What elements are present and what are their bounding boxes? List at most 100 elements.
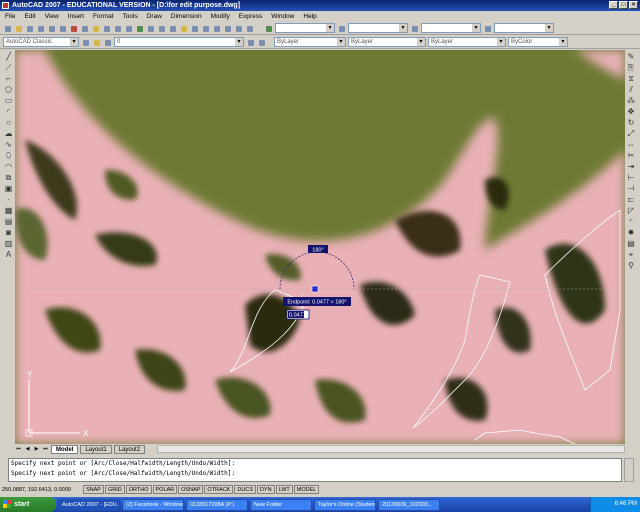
markup-icon[interactable] (223, 24, 232, 33)
region-icon[interactable]: ◙ (4, 228, 13, 237)
drawing-area[interactable]: 180° Endpoint: 0.0477 < 180° 0.0477 Y X (15, 50, 625, 444)
ellipse-icon[interactable]: ⬯ (4, 151, 13, 160)
revision-cloud-icon[interactable]: ☁ (4, 129, 13, 138)
spline-icon[interactable]: ∿ (4, 140, 13, 149)
tab-prev-icon[interactable]: ◀ (24, 445, 31, 453)
otrack-toggle[interactable]: OTRACK (204, 485, 234, 494)
horizontal-scrollbar[interactable] (157, 445, 625, 453)
menu-modify[interactable]: Modify (210, 13, 231, 20)
object-snap-icon[interactable]: ⌖ (627, 250, 636, 259)
maximize-button[interactable]: □ (619, 1, 628, 9)
grid-toggle[interactable]: GRID (104, 485, 125, 494)
menu-dimension[interactable]: Dimension (170, 13, 203, 20)
menu-draw[interactable]: Draw (146, 13, 163, 20)
extend-icon[interactable]: ⇥ (627, 162, 636, 171)
gradient-icon[interactable]: ▤ (4, 217, 13, 226)
menu-express[interactable]: Express (238, 13, 263, 20)
menu-file[interactable]: File (4, 13, 16, 20)
model-toggle[interactable]: MODEL (293, 485, 320, 494)
construction-line-icon[interactable]: ⟋ (4, 63, 13, 72)
lineweight-combo[interactable]: ByLayer (428, 37, 506, 47)
tab-layout1[interactable]: Layout1 (80, 444, 112, 454)
rotate-icon[interactable]: ↻ (627, 118, 636, 127)
break-at-point-icon[interactable]: ⊢ (627, 173, 636, 182)
command-scrollbar[interactable] (624, 458, 634, 482)
make-block-icon[interactable]: ▣ (4, 184, 13, 193)
scale-icon[interactable]: ⤢ (627, 129, 636, 138)
match-properties-icon[interactable] (102, 24, 111, 33)
open-icon[interactable] (14, 24, 23, 33)
preview-icon[interactable] (47, 24, 56, 33)
layer-previous-icon[interactable] (257, 38, 266, 47)
menu-window[interactable]: Window (270, 13, 295, 20)
style-icon[interactable] (264, 24, 273, 33)
fillet-icon[interactable]: ◜ (627, 217, 636, 226)
offset-icon[interactable]: ⫽ (627, 85, 636, 94)
calculator-icon[interactable] (234, 24, 243, 33)
copy-object-icon[interactable]: ⎘ (627, 63, 636, 72)
menu-tools[interactable]: Tools (122, 13, 139, 20)
plotstyle-combo[interactable]: ByColor (508, 37, 568, 47)
close-button[interactable]: × (629, 1, 638, 9)
system-clock[interactable]: 6:46 PM (590, 497, 640, 512)
chamfer-icon[interactable]: ◸ (627, 206, 636, 215)
linetype-combo[interactable]: ByLayer (348, 37, 426, 47)
task-taylors-online[interactable]: Taylor's Online (Student)... (314, 498, 376, 511)
multiline-text-icon[interactable]: A (4, 250, 13, 259)
plot-icon[interactable] (36, 24, 45, 33)
paste-icon[interactable] (91, 24, 100, 33)
polar-toggle[interactable]: POLAR (152, 485, 178, 494)
redo-icon[interactable] (124, 24, 133, 33)
menu-edit[interactable]: Edit (23, 13, 36, 20)
cut-icon[interactable] (69, 24, 78, 33)
command-window[interactable]: Specify next point or [Arc/Close/Halfwid… (8, 458, 622, 482)
tab-last-icon[interactable]: ⏭ (42, 445, 49, 453)
tab-first-icon[interactable]: ⏮ (15, 445, 22, 453)
new-icon[interactable] (3, 24, 12, 33)
layer-state-icon[interactable] (103, 38, 112, 47)
text-style-combo[interactable] (275, 23, 335, 33)
task-facebook[interactable]: (2) Facebook - Windows... (122, 498, 184, 511)
dynamic-input-box[interactable]: 0.0477 (286, 309, 310, 320)
tab-layout2[interactable]: Layout2 (113, 444, 146, 454)
make-layer-current-icon[interactable] (246, 38, 255, 47)
minimize-button[interactable]: _ (609, 1, 618, 9)
coordinate-display[interactable]: 250.0887, 192.6413, 0.0000 (2, 487, 82, 493)
arc-icon[interactable]: ◜ (4, 107, 13, 116)
workspace-settings-icon[interactable] (81, 38, 90, 47)
copy-icon[interactable] (80, 24, 89, 33)
layer-combo[interactable]: 0 (114, 37, 244, 47)
polyline-icon[interactable]: ⌐ (4, 74, 13, 83)
menu-insert[interactable]: Insert (67, 13, 85, 20)
draw-order-icon[interactable]: ▤ (627, 239, 636, 248)
task-image[interactable]: 20130609_102003... (378, 498, 440, 511)
task-new-folder[interactable]: New Folder (250, 498, 312, 511)
menu-format[interactable]: Format (92, 13, 115, 20)
rectangle-icon[interactable]: ▭ (4, 96, 13, 105)
menu-view[interactable]: View (44, 13, 60, 20)
workspace-combo[interactable]: AutoCAD Classic (3, 37, 79, 47)
mirror-icon[interactable]: ⧖ (627, 74, 636, 83)
circle-icon[interactable]: ○ (4, 118, 13, 127)
properties-icon[interactable] (179, 24, 188, 33)
osnap-toggle[interactable]: OSNAP (178, 485, 204, 494)
dim-style-icon[interactable] (337, 24, 346, 33)
break-icon[interactable]: ⊣ (627, 184, 636, 193)
ellipse-arc-icon[interactable]: ◠ (4, 162, 13, 171)
tool-palettes-icon[interactable] (201, 24, 210, 33)
drawing-canvas[interactable]: 180° Endpoint: 0.0477 < 180° 0.0477 Y X (15, 50, 625, 444)
pan-icon[interactable] (135, 24, 144, 33)
zoom-icon[interactable]: ⚲ (627, 261, 636, 270)
zoom-realtime-icon[interactable] (146, 24, 155, 33)
menu-help[interactable]: Help (302, 13, 317, 20)
array-icon[interactable]: ⁂ (627, 96, 636, 105)
hatch-icon[interactable]: ▦ (4, 206, 13, 215)
help-icon[interactable] (245, 24, 254, 33)
explode-icon[interactable]: ✸ (627, 228, 636, 237)
line-icon[interactable]: ╱ (4, 52, 13, 61)
zoom-window-icon[interactable] (157, 24, 166, 33)
sheet-set-icon[interactable] (212, 24, 221, 33)
dim-style-combo[interactable] (348, 23, 408, 33)
erase-icon[interactable]: ✎ (627, 52, 636, 61)
polygon-icon[interactable]: ⬠ (4, 85, 13, 94)
